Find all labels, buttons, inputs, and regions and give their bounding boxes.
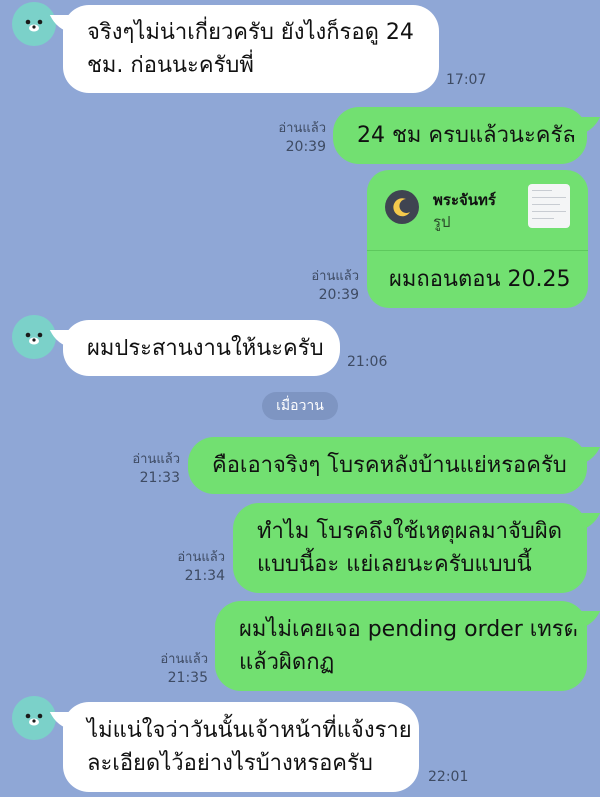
- contact-avatar[interactable]: [12, 2, 56, 46]
- message-text-line: ไม่แน่ใจว่าวันนั้นเจ้าหน้าที่แจ้งราย: [87, 718, 412, 743]
- message-text-line: คือเอาจริงๆ โบรคหลังบ้านแย่หรอครับ: [212, 453, 567, 478]
- card-title: พระจันทร์: [433, 191, 496, 209]
- incoming-message-bubble[interactable]: จริงๆไม่น่าเกี่ยวครับ ยังไงก็รอดู 24 ชม.…: [63, 5, 439, 93]
- message-time: 21:35: [167, 670, 208, 686]
- outgoing-message-bubble[interactable]: 24 ชม ครบแล้วนะครัล: [333, 107, 587, 164]
- message-time: 22:01: [428, 769, 469, 785]
- read-receipt: อ่านแล้ว: [132, 452, 180, 467]
- message-meta: อ่านแล้ว 21:33: [132, 451, 180, 487]
- message-meta: อ่านแล้ว 20:39: [311, 268, 359, 304]
- message-text-line: แล้วผิดกฏ: [239, 650, 335, 675]
- message-time: 17:07: [446, 72, 487, 88]
- contact-avatar[interactable]: [12, 696, 56, 740]
- message-text-line: ผมประสานงานให้นะครับ: [87, 335, 324, 361]
- message-time: 21:06: [347, 354, 388, 370]
- message-time: 20:39: [318, 287, 359, 303]
- moon-icon: [385, 190, 419, 224]
- message-text-line: จริงๆไม่น่าเกี่ยวครับ ยังไงก็รอดู 24: [87, 20, 414, 45]
- message-meta: อ่านแล้ว 20:39: [278, 120, 326, 156]
- card-divider: [367, 250, 588, 251]
- bear-avatar-icon: [25, 19, 43, 32]
- message-text-line: แบบนี้อะ แย่เลยนะครับแบบนี้: [257, 552, 532, 577]
- read-receipt: อ่านแล้ว: [278, 121, 326, 136]
- message-meta: อ่านแล้ว 21:35: [160, 651, 208, 687]
- read-receipt: อ่านแล้ว: [311, 269, 359, 284]
- date-separator: เมื่อวาน: [262, 392, 338, 420]
- outgoing-message-bubble[interactable]: ผมไม่เคยเจอ pending order เทรด แล้วผิดกฏ: [215, 601, 587, 691]
- card-caption: ผมถอนตอน 20.25: [389, 267, 571, 292]
- message-time: 21:34: [184, 568, 225, 584]
- read-receipt: อ่านแล้ว: [160, 652, 208, 667]
- message-text-line: ผมไม่เคยเจอ pending order เทรด: [239, 617, 578, 642]
- message-text-line: ละเอียดไว้อย่างไรบ้างหรอครับ: [87, 751, 373, 776]
- card-thumbnail[interactable]: [528, 184, 570, 228]
- outgoing-message-bubble[interactable]: ทำไม โบรคถึงใช้เหตุผลมาจับผิด แบบนี้อะ แ…: [233, 503, 587, 593]
- card-subtitle: รูป: [433, 213, 451, 231]
- message-time: 20:39: [285, 139, 326, 155]
- message-time: 21:33: [139, 470, 180, 486]
- bear-avatar-icon: [25, 332, 43, 345]
- message-text-line: 24 ชม ครบแล้วนะครัล: [357, 123, 576, 148]
- message-text-line: ชม. ก่อนนะครับพี่: [87, 53, 254, 78]
- read-receipt: อ่านแล้ว: [177, 550, 225, 565]
- incoming-message-bubble[interactable]: ไม่แน่ใจว่าวันนั้นเจ้าหน้าที่แจ้งราย ละเ…: [63, 702, 419, 792]
- outgoing-message-bubble[interactable]: คือเอาจริงๆ โบรคหลังบ้านแย่หรอครับ: [188, 437, 587, 494]
- bear-avatar-icon: [25, 713, 43, 726]
- message-meta: อ่านแล้ว 21:34: [177, 549, 225, 585]
- message-text-line: ทำไม โบรคถึงใช้เหตุผลมาจับผิด: [257, 519, 563, 544]
- contact-avatar[interactable]: [12, 315, 56, 359]
- incoming-message-bubble[interactable]: ผมประสานงานให้นะครับ: [63, 320, 340, 376]
- shared-album-card[interactable]: พระจันทร์ รูป ผมถอนตอน 20.25: [367, 170, 588, 308]
